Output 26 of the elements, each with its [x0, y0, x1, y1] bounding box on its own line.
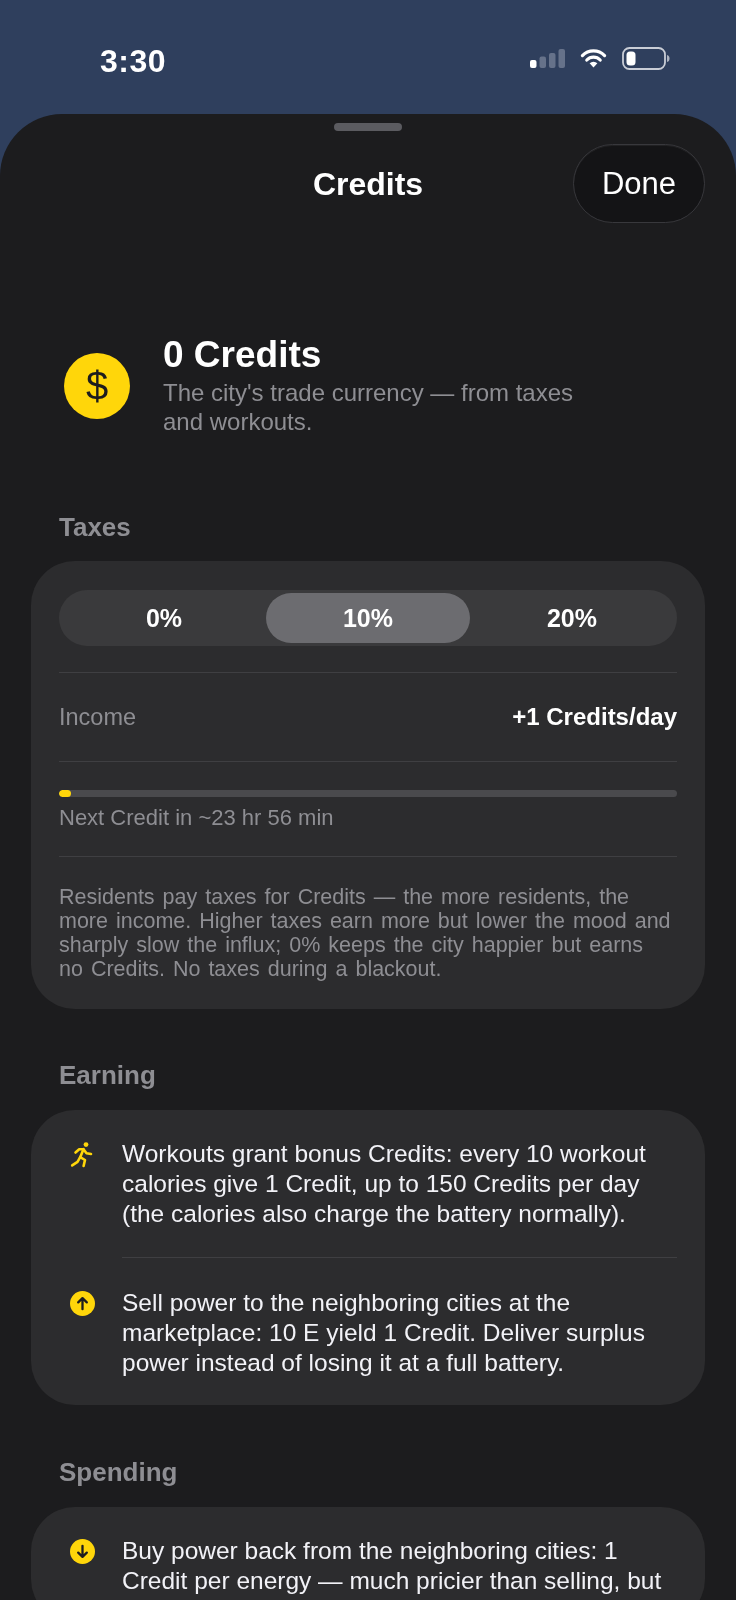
arrow-up-circle-icon	[69, 1290, 95, 1316]
tax-rate-segment[interactable]: 10%	[266, 593, 470, 643]
info-text: Sell power to the neighboring cities at the marketplace: 10 E yield 1 Credit. Deliver surplus power instead of losing it at a full battery.	[122, 1288, 646, 1378]
sheet-title: Credits	[312, 165, 424, 202]
balance-description: The city's trade currency — from taxes and workouts.	[163, 378, 575, 436]
grabber-handle[interactable]	[334, 123, 402, 131]
done-button[interactable]: Done	[573, 144, 705, 223]
tax-note: Residents pay taxes for Credits — the more residents, the more income. Higher taxes earn more but lower the mood and sharply slow the influx; 0% keeps the city happier but earns no Credits. No taxes during a blackout.	[59, 885, 672, 981]
section-heading: Spending	[59, 1459, 178, 1485]
status-time: 3:30	[100, 43, 167, 79]
signal-bars-icon	[530, 48, 565, 68]
wifi-icon	[580, 48, 607, 68]
section-heading: Taxes	[59, 514, 131, 540]
battery-icon	[622, 46, 670, 70]
running-figure-icon	[70, 1140, 94, 1168]
tax-rate-segment[interactable]: 20%	[470, 593, 674, 643]
info-text: Buy power back from the neighboring cities: 1 Credit per energy — much pricier than selling, but	[122, 1536, 663, 1596]
tax-rate-segment[interactable]: 0%	[62, 593, 266, 643]
arrow-down-circle-icon	[69, 1538, 95, 1564]
balance-amount: 0 Credits	[163, 335, 323, 375]
info-text: Workouts grant bonus Credits: every 10 workout calories give 1 Credit, up to 150 Credits per day (the calories also charge the battery normally).	[122, 1139, 647, 1229]
progress-caption: Next Credit in ~23 hr 56 min	[59, 806, 335, 830]
dollar-coin-icon: $	[64, 352, 130, 419]
income-label: Income	[59, 703, 137, 731]
section-heading: Earning	[59, 1062, 156, 1088]
income-value: +1 Credits/day	[512, 703, 677, 731]
